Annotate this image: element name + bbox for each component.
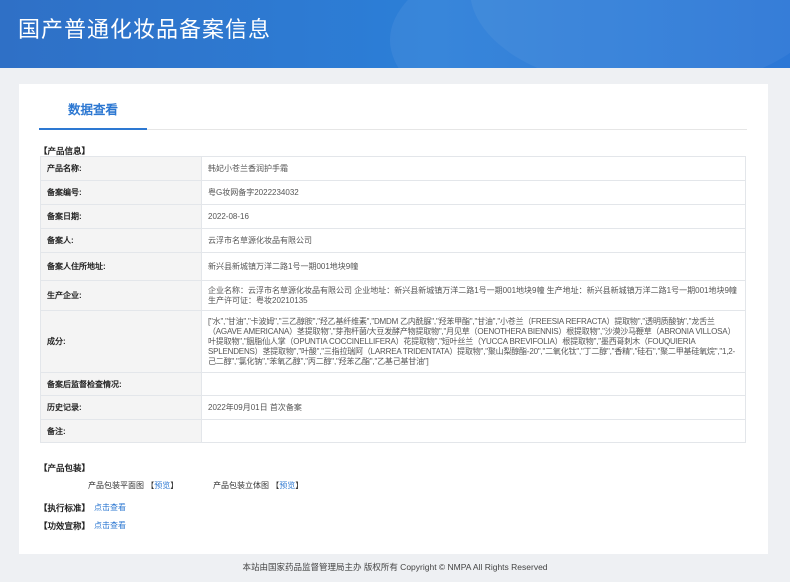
row-key: 备案人住所地址: <box>40 252 202 281</box>
table-row: 备案人: 云浮市名草源化妆品有限公司 <box>40 228 746 253</box>
page-title: 国产普通化妆品备案信息 <box>18 18 272 43</box>
table-row: 备案日期: 2022-08-16 <box>40 204 746 229</box>
row-value: 韩妃小苍兰香润护手霜 <box>201 156 746 181</box>
bracket: 】 <box>170 481 179 490</box>
table-row: 备案编号: 粤G妆网备字2022234032 <box>40 180 746 205</box>
row-key: 备注: <box>40 419 202 443</box>
row-key: 备案人: <box>40 228 202 253</box>
table-row: 生产企业: 企业名称：云浮市名草源化妆品有限公司 企业地址：新兴县新城镇万洋二路… <box>40 280 746 311</box>
row-value <box>201 372 746 396</box>
row-value: 2022-08-16 <box>201 204 746 229</box>
table-row: 产品名称: 韩妃小苍兰香润护手霜 <box>40 156 746 181</box>
row-key: 生产企业: <box>40 280 202 311</box>
content-card: 数据查看 【产品信息】 产品名称: 韩妃小苍兰香润护手霜 备案编号: 粤G妆网备… <box>19 84 768 554</box>
packaging-stereo: 产品包装立体图 【预览】 <box>213 480 303 491</box>
row-value <box>201 419 746 443</box>
table-row: 备案后监督检查情况: <box>40 372 746 396</box>
bracket: 】 <box>295 481 304 490</box>
row-key: 成分: <box>40 310 202 373</box>
header-banner: 国产普通化妆品备案信息 <box>0 0 790 68</box>
section-packaging: 【产品包装】 <box>39 463 91 473</box>
table-row: 备注: <box>40 419 746 443</box>
row-key: 备案编号: <box>40 180 202 205</box>
section-standard: 【执行标准】 <box>39 503 91 513</box>
row-value: 粤G妆网备字2022234032 <box>201 180 746 205</box>
packaging-flat: 产品包装平面图 【预览】 <box>88 480 178 491</box>
section-efficacy: 【功效宣称】 <box>39 521 91 531</box>
row-key: 产品名称: <box>40 156 202 181</box>
table-row: 成分: ["水","甘油","卡波姆","三乙醇胺","羟乙基纤维素","DMD… <box>40 310 746 373</box>
preview-stereo-link[interactable]: 预览 <box>279 481 295 490</box>
product-info-table: 产品名称: 韩妃小苍兰香润护手霜 备案编号: 粤G妆网备字2022234032 … <box>40 156 746 443</box>
table-row: 历史记录: 2022年09月01日 首次备案 <box>40 395 746 420</box>
row-value: 企业名称：云浮市名草源化妆品有限公司 企业地址：新兴县新城镇万洋二路1号一期00… <box>201 280 746 311</box>
row-value: 2022年09月01日 首次备案 <box>201 395 746 420</box>
tab-data-view[interactable]: 数据查看 <box>39 84 147 130</box>
row-value: 新兴县新城镇万洋二路1号一期001地块9幢 <box>201 252 746 281</box>
banner-decoration <box>470 0 790 68</box>
row-key: 备案后监督检查情况: <box>40 372 202 396</box>
efficacy-view-link[interactable]: 点击查看 <box>94 520 126 531</box>
row-value: ["水","甘油","卡波姆","三乙醇胺","羟乙基纤维素","DMDM 乙内… <box>201 310 746 373</box>
footer-copyright: 本站由国家药品监督管理局主办 版权所有 Copyright © NMPA All… <box>242 562 548 572</box>
row-value: 云浮市名草源化妆品有限公司 <box>201 228 746 253</box>
standard-view-link[interactable]: 点击查看 <box>94 502 126 513</box>
tab-bar: 数据查看 <box>39 84 747 130</box>
table-row: 备案人住所地址: 新兴县新城镇万洋二路1号一期001地块9幢 <box>40 252 746 281</box>
row-key: 历史记录: <box>40 395 202 420</box>
packaging-stereo-label: 产品包装立体图 <box>213 481 269 490</box>
packaging-flat-label: 产品包装平面图 <box>88 481 144 490</box>
row-key: 备案日期: <box>40 204 202 229</box>
preview-flat-link[interactable]: 预览 <box>154 481 170 490</box>
